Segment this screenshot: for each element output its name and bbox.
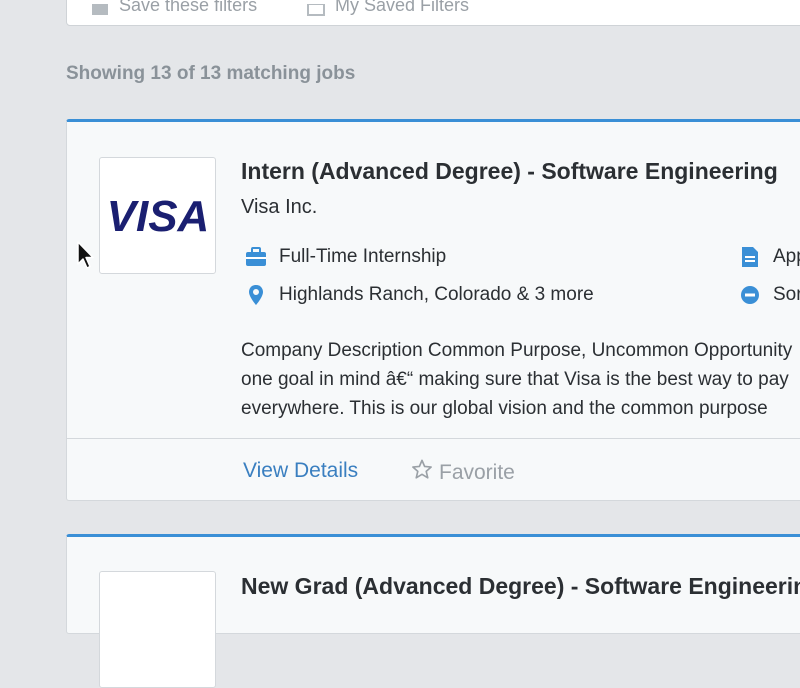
company-logo[interactable]	[99, 571, 216, 688]
list-icon	[307, 0, 325, 16]
save-filters-label: Save these filters	[119, 0, 258, 15]
job-title[interactable]: Intern (Advanced Degree) - Software Engi…	[241, 158, 778, 185]
card-divider	[67, 438, 800, 439]
job-type: Full-Time Internship	[245, 246, 446, 268]
map-pin-icon	[245, 284, 267, 306]
favorite-label: Favorite	[439, 460, 515, 484]
view-details-link[interactable]: View Details	[243, 459, 358, 483]
job-type-label: Full-Time Internship	[279, 246, 447, 267]
status-label: Sor	[773, 284, 800, 305]
apply-info: App	[739, 246, 800, 268]
company-name: Visa Inc.	[241, 196, 318, 218]
logo-text: VISA	[106, 192, 209, 241]
mouse-pointer-icon	[77, 241, 94, 269]
job-card: New Grad (Advanced Degree) - Software En…	[66, 534, 800, 688]
job-card: VISA Intern (Advanced Degree) - Software…	[66, 119, 800, 501]
filter-panel: Save these filters My Saved Filters	[66, 0, 800, 26]
minus-circle-icon	[739, 284, 761, 306]
status-info: Sor	[739, 284, 800, 306]
job-location: Highlands Ranch, Colorado & 3 more	[245, 284, 594, 306]
results-count: Showing 13 of 13 matching jobs	[66, 63, 356, 84]
save-filters-link[interactable]: Save these filters	[91, 0, 257, 16]
saved-filters-link[interactable]: My Saved Filters	[307, 0, 469, 16]
saved-filters-label: My Saved Filters	[335, 0, 470, 15]
favorite-button[interactable]: Favorite	[411, 459, 515, 486]
document-icon	[739, 246, 761, 268]
description-line: everywhere. This is our global vision an…	[241, 398, 768, 419]
job-title[interactable]: New Grad (Advanced Degree) - Software En…	[241, 573, 800, 600]
company-logo[interactable]: VISA	[99, 157, 216, 274]
job-description: Company Description Common Purpose, Unco…	[241, 336, 800, 423]
apply-label: App	[773, 246, 800, 267]
description-line: Company Description Common Purpose, Unco…	[241, 340, 793, 361]
visa-logo-icon: VISA	[106, 192, 209, 241]
save-icon	[91, 0, 109, 15]
briefcase-icon	[245, 246, 267, 268]
location-label: Highlands Ranch, Colorado & 3 more	[279, 284, 594, 305]
star-outline-icon	[411, 459, 433, 486]
description-line: one goal in mind â€“ making sure that Vi…	[241, 369, 789, 390]
